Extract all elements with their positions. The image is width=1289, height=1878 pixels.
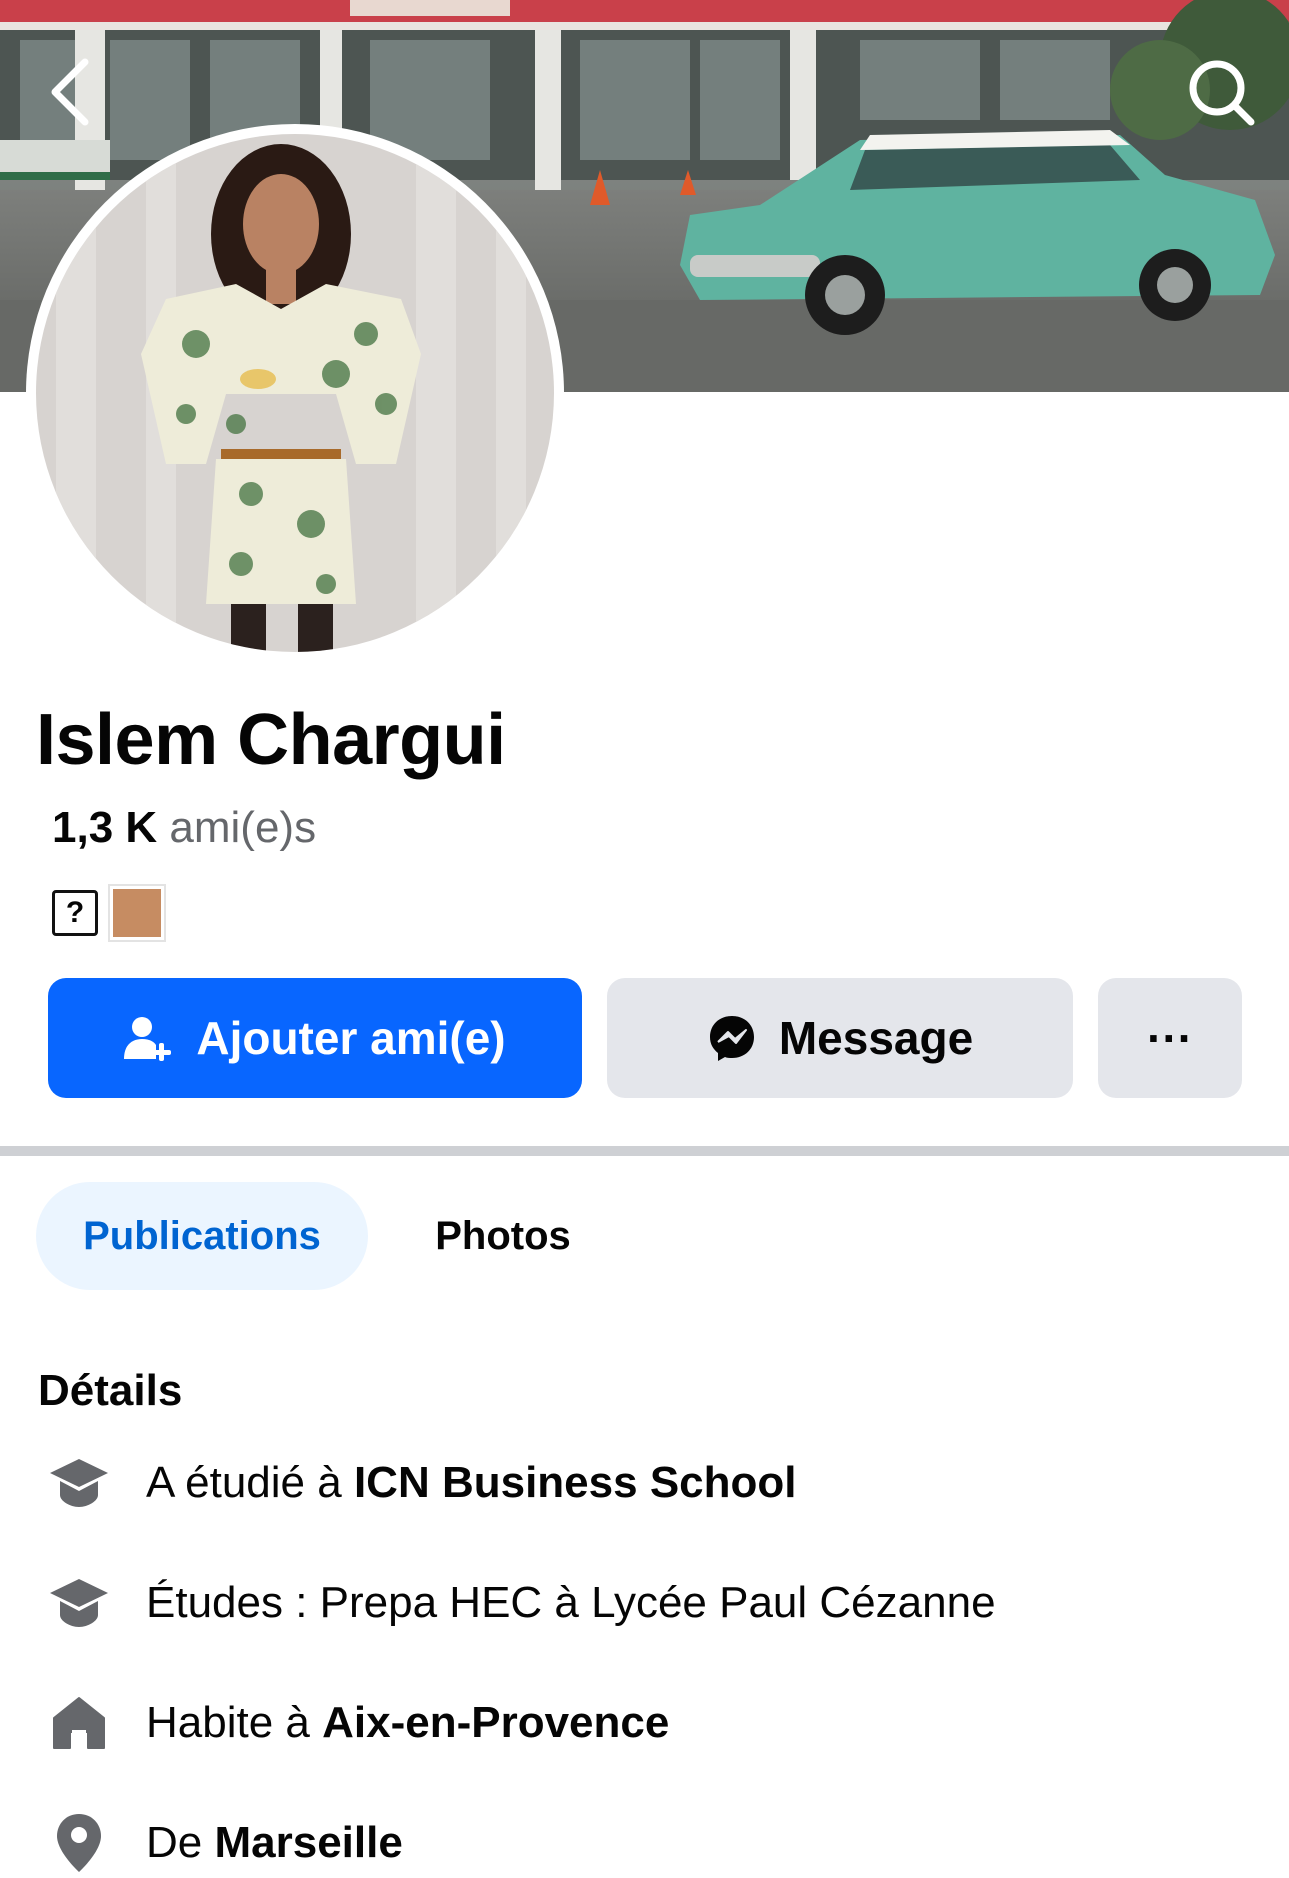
tab-photos-label: Photos — [435, 1213, 571, 1258]
detail-education-1-value: ICN Business School — [353, 1458, 797, 1507]
section-divider — [0, 1146, 1289, 1156]
detail-education-1-prefix: A étudié à — [146, 1458, 354, 1507]
detail-from[interactable]: De Marseille — [46, 1808, 403, 1878]
detail-lives-in-value: Aix-en-Provence — [322, 1698, 670, 1747]
tab-publications-label: Publications — [83, 1213, 321, 1258]
home-icon — [46, 1690, 112, 1756]
detail-lives-in-prefix: Habite à — [146, 1698, 323, 1747]
detail-lives-in[interactable]: Habite à Aix-en-Provence — [46, 1688, 669, 1758]
chevron-left-icon — [51, 58, 89, 126]
detail-from-prefix: De — [146, 1818, 215, 1867]
graduation-cap-icon — [46, 1450, 112, 1516]
color-swatch-badge — [108, 884, 166, 942]
tab-photos[interactable]: Photos — [390, 1182, 616, 1290]
search-button[interactable] — [1181, 52, 1261, 132]
add-friend-icon — [124, 1017, 172, 1061]
back-button[interactable] — [30, 52, 110, 132]
more-options-button[interactable]: ··· — [1098, 978, 1242, 1098]
graduation-cap-icon — [46, 1570, 112, 1636]
color-swatch — [113, 889, 161, 937]
avatar-image — [36, 134, 554, 652]
detail-education-2-text: Études : Prepa HEC à Lycée Paul Cézanne — [146, 1578, 996, 1627]
detail-education-2[interactable]: Études : Prepa HEC à Lycée Paul Cézanne — [46, 1568, 996, 1638]
profile-badges: ? — [52, 884, 166, 942]
search-icon — [1189, 60, 1255, 126]
unknown-glyph-badge: ? — [52, 890, 98, 936]
message-label: Message — [778, 1012, 974, 1064]
profile-name: Islem Chargui — [36, 700, 506, 780]
detail-education-1[interactable]: A étudié à ICN Business School — [46, 1448, 797, 1518]
friends-count-value: 1,3 K — [52, 803, 158, 852]
tab-publications[interactable]: Publications — [36, 1182, 368, 1290]
detail-from-value: Marseille — [214, 1818, 403, 1867]
location-pin-icon — [46, 1810, 112, 1876]
friends-count[interactable]: 1,3 K ami(e)s — [52, 800, 316, 856]
add-friend-button[interactable]: Ajouter ami(e) — [48, 978, 582, 1098]
messenger-icon — [709, 1016, 754, 1061]
details-heading: Détails — [38, 1366, 183, 1415]
friends-count-label: ami(e)s — [169, 803, 317, 852]
message-button[interactable]: Message — [607, 978, 1073, 1098]
profile-avatar[interactable] — [26, 124, 564, 662]
add-friend-label: Ajouter ami(e) — [196, 1012, 506, 1064]
more-options-icon: ··· — [1147, 1012, 1193, 1064]
